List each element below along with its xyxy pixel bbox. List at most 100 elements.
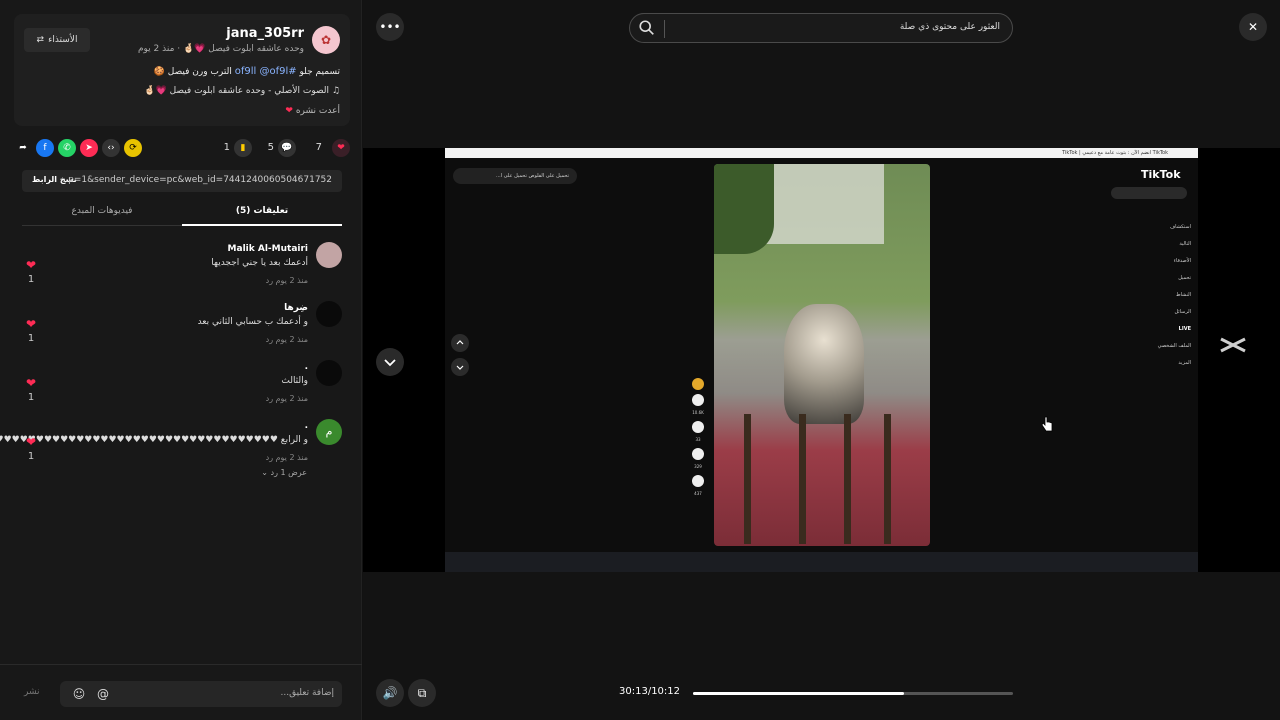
comment-like-icon[interactable]: ❤	[24, 317, 38, 331]
next-video-button[interactable]	[451, 358, 469, 376]
facebook-share-button[interactable]: f	[36, 139, 54, 157]
whatsapp-share-button[interactable]: ✆	[58, 139, 76, 157]
progress-bar[interactable]	[693, 692, 1013, 695]
pole-shape	[799, 414, 806, 544]
inner-nav-item: المزيد	[1178, 360, 1191, 366]
share-arrow-icon: ➦	[19, 143, 27, 153]
mention-icon[interactable]: @	[94, 685, 112, 703]
inner-tiktok-nav: TikTok استكشاف التالية الأصدقاء تحميل ال…	[1105, 168, 1195, 377]
scroll-down-button[interactable]	[376, 348, 404, 376]
view-replies-button[interactable]: عرض 1 رد ⌄	[261, 468, 307, 477]
tiktok-video-viewer: ✿ jana_305rr وحده عاشقه ابلوت فيصل 💗🤞🏻 ·…	[0, 0, 1280, 720]
chevron-down-icon	[384, 359, 396, 367]
video-stage: ••• ✕ العثور على محتوى ذي صلة TikTok | ا…	[363, 0, 1280, 720]
code-icon: ‹›	[107, 143, 115, 153]
inner-browser-tab: TikTok | انضم الآن : بثوث عامة مع دعيمي …	[445, 148, 1198, 158]
heart-icon: ❤	[337, 143, 345, 153]
progress-fill	[693, 692, 905, 695]
like-button[interactable]: ❤	[332, 139, 350, 157]
comment-like-icon[interactable]: ❤	[24, 376, 38, 390]
author-username[interactable]: jana_305rr	[226, 26, 304, 41]
inner-heart-icon	[692, 394, 704, 406]
commenter-avatar[interactable]	[316, 360, 342, 386]
repost-heart-icon: ❤	[285, 106, 293, 116]
inner-share-icon	[692, 475, 704, 487]
comment-meta[interactable]: منذ 2 يوم رد	[266, 335, 308, 344]
comment-button[interactable]: 💬	[278, 139, 296, 157]
save-button[interactable]: ▮	[234, 139, 252, 157]
action-bar: ❤ 7 💬 5 ▮ 1 ➦ f ✆ ➤ ‹› ⟳	[14, 138, 350, 160]
inner-nav-item: الرسائل	[1174, 309, 1191, 315]
sound-link[interactable]: ♫ الصوت الأصلي - وحده عاشقه ابلوت فيصل 💗…	[144, 86, 340, 96]
comment-item: ضِرها و أدعمك ب حسابي الثاني بعد منذ 2 ي…	[0, 301, 362, 357]
comment-meta[interactable]: منذ 2 يوم رد	[266, 394, 308, 403]
previous-video-button[interactable]	[451, 334, 469, 352]
miniplayer-button[interactable]: ⧉	[408, 679, 436, 707]
post-comment-button[interactable]: نشر	[24, 687, 40, 697]
emoji-icon[interactable]: ☺	[70, 685, 88, 703]
comment-placeholder: إضافة تعليق...	[280, 688, 334, 698]
pole-shape	[844, 414, 851, 544]
send-to-friends-button[interactable]: ➤	[80, 139, 98, 157]
speaker-icon: 🔊	[382, 686, 398, 700]
author-meta: وحده عاشقه ابلوت فيصل 💗🤞🏻 · منذ 2 يوم	[137, 44, 304, 54]
search-input[interactable]: العثور على محتوى ذي صلة	[900, 22, 1000, 32]
comment-like-count: 1	[27, 274, 35, 285]
volume-button[interactable]: 🔊	[376, 679, 404, 707]
inner-count: 437	[694, 491, 702, 496]
caption-prefix: تسميم جلو	[299, 67, 341, 77]
inner-comment-icon	[692, 421, 704, 433]
repost-icon: ⟳	[129, 143, 137, 153]
author-card: ✿ jana_305rr وحده عاشقه ابلوت فيصل 💗🤞🏻 ·…	[14, 14, 350, 126]
inner-nav-item: التالية	[1179, 241, 1191, 247]
comment-like-icon[interactable]: ❤	[24, 435, 38, 449]
search-icon[interactable]	[638, 19, 656, 37]
close-button[interactable]: ✕	[1239, 13, 1267, 41]
lion-dancer-shape	[784, 304, 864, 424]
repost-button[interactable]: ⟳	[124, 139, 142, 157]
inner-count: 33	[695, 437, 701, 442]
comment-like-icon[interactable]: ❤	[24, 258, 38, 272]
comment-meta[interactable]: منذ 2 يوم رد	[266, 276, 308, 285]
inner-count: 10.6K	[692, 410, 704, 415]
inner-nav-item: الملف الشخصي	[1157, 343, 1191, 349]
inner-count: 329	[694, 464, 702, 469]
commenter-avatar[interactable]: م	[316, 419, 342, 445]
commenter-name[interactable]: ضِرها	[284, 303, 308, 313]
comment-meta[interactable]: منذ 2 يوم رد	[266, 453, 308, 462]
comment-item: Malik Al-Mutairi أدعمك بعد يا جني اججديه…	[0, 242, 362, 298]
video-player[interactable]: TikTok | انضم الآن : بثوث عامة مع دعيمي …	[363, 148, 1280, 572]
search-divider	[664, 20, 665, 38]
tab-comments[interactable]: تعليقات (5)	[182, 206, 342, 216]
reposted-indicator: أعدت نشره ❤	[285, 106, 340, 116]
more-options-button[interactable]: •••	[376, 13, 404, 41]
music-note-icon: ♫	[331, 86, 340, 96]
chevron-down-icon	[456, 365, 464, 370]
comment-input[interactable]: إضافة تعليق... ☺ @	[60, 681, 342, 707]
inner-bookmark-icon	[692, 448, 704, 460]
comment-like-count: 1	[27, 451, 35, 462]
caption-tags[interactable]: #of9ll @of9l	[235, 66, 297, 77]
commenter-name[interactable]: .	[305, 421, 308, 431]
comment-like-count: 1	[27, 392, 35, 403]
swap-icon: ⇄	[36, 35, 45, 45]
share-link-url[interactable]: ...p=1&sender_device=pc&web_id=744124006…	[60, 175, 332, 185]
commenter-avatar[interactable]	[316, 301, 342, 327]
video-caption: تسميم جلو #of9ll @of9l الترب ورن فيصل 🍪	[154, 66, 340, 77]
share-more-button[interactable]: ➦	[14, 139, 32, 157]
embed-button[interactable]: ‹›	[102, 139, 120, 157]
send-icon: ➤	[85, 143, 93, 153]
comment-text: والثالث	[281, 376, 308, 386]
search-bar[interactable]: العثور على محتوى ذي صلة	[629, 13, 1013, 43]
caption-suffix: الترب ورن فيصل 🍪	[153, 67, 232, 77]
commenter-name[interactable]: Malik Al-Mutairi	[228, 244, 308, 254]
commenter-name[interactable]: .	[305, 362, 308, 372]
playback-time: 30:13/10:12	[619, 686, 681, 697]
commenter-avatar[interactable]	[316, 242, 342, 268]
author-avatar[interactable]: ✿	[312, 26, 340, 54]
capcut-watermark-icon	[1220, 337, 1246, 353]
tab-creator-videos[interactable]: فيديوهات المبدع	[22, 206, 182, 216]
stitch-button[interactable]: ⇄ الأستذاء	[24, 28, 90, 52]
comment-item: . والثالث منذ 2 يوم رد ❤ 1	[0, 360, 362, 416]
inner-nav-item	[1105, 207, 1195, 224]
